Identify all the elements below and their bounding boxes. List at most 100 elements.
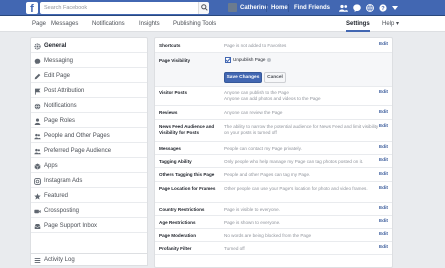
setting-description: The ability to narrow the potential audi… [224,124,379,135]
edit-link[interactable]: Edit [379,145,388,151]
sidebar-item-post-attribution[interactable]: Post Attribution [31,85,147,98]
setting-row-shortcuts[interactable]: Shortcuts Page is not added to Favorites… [155,38,392,53]
sidebar-item-general[interactable]: General [31,40,147,53]
info-icon[interactable] [267,58,271,62]
checkmark-icon [225,58,231,63]
setting-description: Anyone can review the Page [224,110,283,115]
globe-icon [34,103,41,110]
profile-link[interactable]: Catherine [240,3,268,13]
setting-row-age-restrictions[interactable]: Age Restrictions Page is shown to everyo… [155,216,392,229]
search-icon [201,4,208,11]
sidebar-item-activity-log[interactable]: Activity Log [31,254,147,267]
person-icon [34,118,41,125]
sidebar-item-label: Notifications [44,103,77,109]
edit-link[interactable]: Edit [379,232,388,238]
sidebar-item-label: Instagram Ads [44,178,83,184]
home-link[interactable]: Home [271,3,288,13]
setting-description: Page is shown to everyone. [224,220,281,225]
sidebar-item-messaging[interactable]: Messaging [31,55,147,68]
sidebar-item-page-roles[interactable]: Page Roles [31,115,147,128]
sidebar-item-instagram-ads[interactable]: Instagram Ads [31,175,147,188]
setting-label: Page Visibility [159,58,191,63]
edit-link[interactable]: Edit [379,245,388,251]
sidebar-item-label: General [44,43,67,49]
setting-description: People can contact my Page privately. [224,146,302,151]
top-bar: f Search Facebook Catherine Home Find Fr… [0,0,445,16]
setting-row-page-moderation[interactable]: Page Moderation No words are being block… [155,229,392,242]
setting-row-tagging-ability[interactable]: Tagging Ability Only people who help man… [155,155,392,168]
setting-row-profanity-filter[interactable]: Profanity Filter Turned off Edit [155,242,392,255]
search-button[interactable] [198,2,209,14]
messages-icon[interactable] [353,4,361,12]
page-nav: Page Messages Notifications Insights Pub… [0,16,445,32]
tab-page[interactable]: Page [32,16,46,32]
edit-link[interactable]: Edit [379,124,388,130]
setting-row-messages[interactable]: Messages People can contact my Page priv… [155,142,392,155]
setting-row-country-restrictions[interactable]: Country Restrictions Page is visible to … [155,203,392,216]
star-icon [34,193,41,200]
setting-description: Other people can use your Page's locatio… [224,186,368,191]
unpublish-checkbox[interactable] [225,57,231,63]
setting-row-page-location-frames[interactable]: Page Location for Frames Other people ca… [155,182,392,203]
video-icon [34,209,41,214]
edit-link[interactable]: Edit [379,206,388,212]
setting-description: Turned off [224,246,245,251]
setting-label: Tagging Ability [159,159,192,164]
setting-label: Page Moderation [159,233,197,238]
sidebar-item-apps[interactable]: Apps [31,160,147,173]
tab-notifications[interactable]: Notifications [92,16,125,32]
sidebar-item-crossposting[interactable]: Crossposting [31,205,147,218]
edit-link[interactable]: Edit [379,110,388,116]
flag-icon [34,88,41,95]
friend-requests-icon[interactable] [339,4,348,12]
sidebar-item-page-support-inbox[interactable]: Page Support Inbox [31,220,147,233]
unpublish-label[interactable]: Unpublish Page [233,57,265,63]
edit-link[interactable]: Edit [379,90,388,96]
setting-row-reviews[interactable]: Reviews Anyone can review the Page Edit [155,106,392,120]
people-icon [34,148,41,155]
cancel-button[interactable]: Cancel [264,72,286,83]
notifications-icon[interactable] [366,4,374,12]
edit-link[interactable]: Edit [379,158,388,164]
sidebar-item-label: Page Support Inbox [44,223,98,229]
edit-link[interactable]: Edit [379,186,388,192]
settings-panel: Shortcuts Page is not added to Favorites… [154,37,393,268]
setting-label: News Feed Audience and Visibility for Po… [159,124,215,135]
sidebar-item-featured[interactable]: Featured [31,190,147,203]
sidebar-item-people-and-other-pages[interactable]: People and Other Pages [31,130,147,143]
user-avatar[interactable] [228,3,237,12]
setting-label: Shortcuts [159,43,181,48]
setting-row-others-tagging[interactable]: Others Tagging this Page People and othe… [155,168,392,182]
setting-label: Reviews [159,110,178,115]
facebook-logo-icon[interactable]: f [26,2,38,14]
tab-publishing-tools[interactable]: Publishing Tools [173,16,216,32]
find-friends-link[interactable]: Find Friends [294,3,330,13]
sidebar-item-label: Crossposting [44,208,80,214]
sidebar-item-edit-page[interactable]: Edit Page [31,70,147,83]
edit-link[interactable]: Edit [379,172,388,178]
setting-row-visitor-posts[interactable]: Visitor Posts Anyone can publish to the … [155,87,392,106]
tab-settings[interactable]: Settings [346,16,370,32]
settings-sidebar: General Messaging Edit Page Post Attribu… [30,37,148,259]
dropdown-icon[interactable] [392,6,398,10]
setting-row-news-feed-audience[interactable]: News Feed Audience and Visibility for Po… [155,120,392,142]
setting-description: No words are being blocked from the Page [224,233,312,238]
sidebar-item-label: People and Other Pages [44,133,110,139]
edit-link[interactable]: Edit [379,42,388,48]
search-input[interactable]: Search Facebook [40,2,208,14]
people-icon [34,133,41,140]
help-menu[interactable]: Help ▾ [382,16,399,32]
camera-icon [34,178,41,185]
gear-icon [34,43,41,50]
activity-log-panel: Activity Log [30,253,148,266]
edit-link[interactable]: Edit [379,219,388,225]
sidebar-item-notifications[interactable]: Notifications [31,100,147,113]
tab-insights[interactable]: Insights [139,16,160,32]
tab-messages[interactable]: Messages [51,16,78,32]
sidebar-item-label: Activity Log [44,257,75,263]
setting-description: Only people who help manage my Page can … [224,159,364,164]
sidebar-item-preferred-page-audience[interactable]: Preferred Page Audience [31,145,147,158]
save-changes-button[interactable]: Save Changes [224,72,262,83]
setting-label: Visitor Posts [159,90,187,95]
help-icon[interactable]: ? [379,4,387,12]
